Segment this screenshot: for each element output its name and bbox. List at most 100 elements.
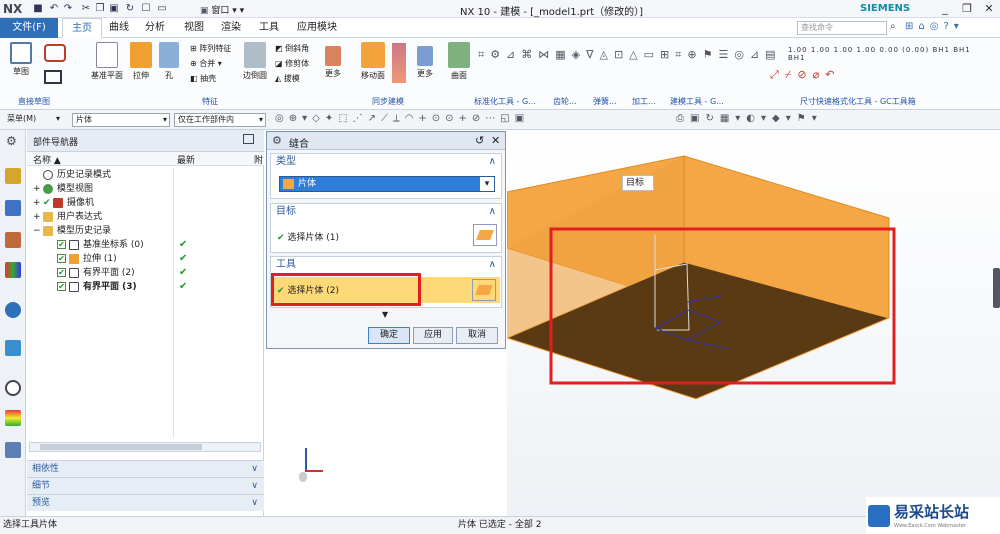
chamfer-button[interactable]: ◩ 倒斜角	[275, 43, 309, 54]
tree-row-user-expressions[interactable]: + 用户表达式	[27, 210, 264, 224]
visibility-checkbox[interactable]: ✔	[57, 282, 66, 291]
apply-button[interactable]: 应用	[413, 327, 453, 344]
latest-column[interactable]: 最新	[177, 153, 195, 166]
tree-row-model-history[interactable]: − 模型历史记录	[27, 224, 264, 238]
curve-icon[interactable]	[44, 44, 66, 62]
preview-panel[interactable]: 预览 ∨	[27, 494, 264, 511]
cancel-button[interactable]: 取消	[456, 327, 498, 344]
roles-icon[interactable]	[5, 442, 21, 458]
visibility-checkbox[interactable]: ✔	[57, 268, 66, 277]
unite-button[interactable]: ⊕ 合并 ▾	[190, 58, 222, 69]
file-tab[interactable]: 文件(F)	[0, 18, 58, 38]
view-tool-icons[interactable]: ⎙▣↻▦▾◐▾◆▾⚑▾	[676, 113, 836, 124]
select-target-body[interactable]: ✔ 选择片体 (1)	[277, 230, 339, 243]
more-features-button[interactable]: 更多	[322, 46, 344, 79]
reset-icon[interactable]: ↺	[475, 134, 484, 147]
tab-analysis[interactable]: 分析	[136, 18, 174, 38]
copy-icon[interactable]: ❐	[94, 3, 106, 15]
type-section-header[interactable]: 类型 ∧	[271, 154, 501, 170]
dimension-icons[interactable]: ⤢⌿⊘⌀↶	[770, 68, 850, 82]
name-column[interactable]: 名称 ▲	[33, 153, 61, 166]
history-icon[interactable]	[5, 340, 21, 356]
tab-render[interactable]: 渲染	[212, 18, 250, 38]
save-icon[interactable]: ■	[32, 3, 44, 15]
gear-icon[interactable]: ⚙	[272, 134, 282, 147]
tree-row-extrude[interactable]: ✔ 拉伸 (1) ✔	[27, 252, 264, 266]
part-navigator-icon[interactable]	[5, 168, 21, 184]
command-search-input[interactable]: 查找命令	[797, 21, 887, 35]
settings-icon[interactable]: ⚙	[6, 134, 17, 148]
more-sync-button[interactable]: 更多	[413, 46, 437, 79]
tab-home[interactable]: 主页	[62, 18, 102, 38]
reuse-library-icon[interactable]	[5, 262, 21, 278]
menu-dropdown[interactable]: 菜单(M)	[4, 113, 62, 127]
type-filter-select[interactable]: 片体	[72, 113, 170, 127]
minimize-button[interactable]: _	[934, 1, 956, 17]
tree-row-model-views[interactable]: + 模型视图	[27, 182, 264, 196]
move-face-button[interactable]: 移动面	[358, 42, 388, 81]
tab-applications[interactable]: 应用模块	[288, 18, 346, 38]
web-browser-icon[interactable]	[5, 302, 21, 318]
visibility-checkbox[interactable]: ✔	[57, 254, 66, 263]
horizontal-scrollbar[interactable]	[29, 442, 261, 452]
snap-point-icons[interactable]: ◎⊕▾◇✦⬚⋰↗⟋⟂◠+⊙⊙+⊘⋯◱▣	[275, 113, 655, 124]
help-icons[interactable]: ⊞⌂◎?▾	[905, 21, 995, 32]
side-handle[interactable]	[993, 268, 1000, 308]
close-icon[interactable]: ✕	[491, 134, 500, 147]
expand-icon[interactable]: +	[33, 196, 41, 210]
gc-toolbox-icons[interactable]: ⌗⚙⊿⌘⋈▦◈∇◬⊡△▭⊞⌗⊕⚑☰◎⊿▤◍⊠⌘⊞◬▦	[478, 44, 778, 86]
tree-row-cameras[interactable]: + ✔ 摄像机	[27, 196, 264, 210]
selection-scope-select[interactable]: 仅在工作部件内	[174, 113, 266, 127]
more-options-arrow[interactable]: ▼	[382, 310, 388, 319]
undo-icon[interactable]: ↶	[48, 3, 60, 15]
visibility-checkbox[interactable]: ✔	[57, 240, 66, 249]
repeat-command-icon[interactable]: ↻	[124, 3, 136, 15]
type-select[interactable]: 片体 ▾	[279, 176, 495, 192]
constraint-navigator-icon[interactable]	[5, 232, 21, 248]
tree-row-datum-csys[interactable]: ✔ 基准坐标系 (0) ✔	[27, 238, 264, 252]
draft-button[interactable]: ◭ 拔模	[275, 73, 300, 84]
tool-section-header[interactable]: 工具 ∧	[271, 257, 501, 273]
details-panel[interactable]: 细节 ∨	[27, 477, 264, 494]
rectangle-icon[interactable]	[44, 70, 62, 84]
maximize-panel-icon[interactable]	[243, 134, 254, 144]
edge-blend-button[interactable]: 边倒圆	[240, 42, 270, 81]
window-icon[interactable]: ▭	[156, 3, 168, 15]
tab-tools[interactable]: 工具	[250, 18, 288, 38]
touch-mode-icon[interactable]: ☐	[140, 3, 152, 15]
cut-icon[interactable]: ✂	[80, 3, 92, 15]
restore-button[interactable]: ❐	[956, 1, 978, 17]
tab-view[interactable]: 视图	[175, 18, 213, 38]
tool-body-picker-icon[interactable]	[472, 279, 496, 301]
collapse-icon[interactable]: −	[33, 224, 41, 238]
expand-icon[interactable]: +	[33, 210, 41, 224]
tree-row-bounded-plane-3[interactable]: ✔ 有界平面 (3) ✔	[27, 280, 264, 294]
pattern-feature-button[interactable]: ⊞ 阵列特征	[190, 43, 231, 54]
tree-row-bounded-plane-2[interactable]: ✔ 有界平面 (2) ✔	[27, 266, 264, 280]
scrollbar-thumb[interactable]	[40, 444, 202, 450]
search-icon[interactable]: ⌕	[890, 21, 896, 32]
paste-icon[interactable]: ▣	[108, 3, 120, 15]
tree-row-history-mode[interactable]: 历史记录模式	[27, 168, 264, 182]
extra-column[interactable]: 附	[254, 153, 263, 166]
sync-tools-icons[interactable]	[392, 43, 406, 83]
palette-icon[interactable]	[5, 410, 21, 426]
dependencies-panel[interactable]: 相依性 ∨	[27, 460, 264, 477]
target-section-header[interactable]: 目标 ∧	[271, 204, 501, 220]
dropdown-arrow-icon[interactable]: ▾	[480, 177, 494, 191]
tab-curve[interactable]: 曲线	[100, 18, 138, 38]
surface-button[interactable]: 曲面	[446, 42, 472, 81]
ok-button[interactable]: 确定	[368, 327, 410, 344]
datum-plane-button[interactable]: 基准平面	[88, 42, 126, 81]
assembly-navigator-icon[interactable]	[5, 200, 21, 216]
hole-button[interactable]: 孔	[158, 42, 180, 81]
graphics-window[interactable]: 目标	[299, 130, 1000, 516]
trim-body-button[interactable]: ◪ 修剪体	[275, 58, 309, 69]
clock-icon[interactable]	[5, 380, 21, 396]
target-body-picker-icon[interactable]	[473, 224, 497, 246]
close-button[interactable]: ✕	[978, 1, 1000, 17]
shell-button[interactable]: ◧ 抽壳	[190, 73, 216, 84]
redo-icon[interactable]: ↷	[62, 3, 74, 15]
dimension-format-tools[interactable]: 1.00 1.00 1.00 1.00 0.00 (0.00) BH1 BH1 …	[788, 46, 988, 62]
expand-icon[interactable]: +	[33, 182, 41, 196]
